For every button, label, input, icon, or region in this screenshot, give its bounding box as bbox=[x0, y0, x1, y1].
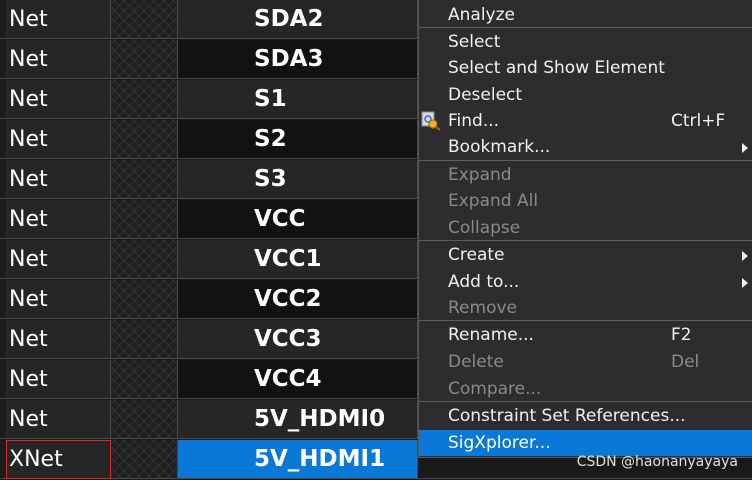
menu-separator bbox=[419, 320, 752, 321]
menu-item-expand-all[interactable]: Expand All bbox=[419, 188, 752, 214]
object-type-cell: Net bbox=[6, 160, 111, 199]
object-name-cell[interactable]: VCC2 bbox=[178, 280, 418, 319]
object-type-cell: Net bbox=[6, 40, 111, 79]
object-type-cell: Net bbox=[6, 320, 111, 359]
hatched-cell bbox=[111, 40, 178, 79]
object-name-cell[interactable]: S3 bbox=[178, 160, 418, 199]
object-type-cell: Net bbox=[6, 360, 111, 399]
menu-separator bbox=[419, 240, 752, 241]
menu-item-expand[interactable]: Expand bbox=[419, 162, 752, 188]
menu-item-rename[interactable]: Rename... F2 bbox=[419, 322, 752, 348]
object-type-cell: Net bbox=[6, 80, 111, 119]
hatched-cell bbox=[111, 200, 178, 239]
object-name-cell[interactable]: SDA3 bbox=[178, 40, 418, 79]
menu-item-select-and-show[interactable]: Select and Show Element bbox=[419, 55, 752, 81]
hatched-cell bbox=[111, 320, 178, 359]
object-type-cell: XNet bbox=[6, 440, 111, 479]
menu-item-select[interactable]: Select bbox=[419, 29, 752, 55]
hatched-cell bbox=[111, 120, 178, 159]
object-type-cell: Net bbox=[6, 120, 111, 159]
object-name-cell[interactable]: 5V_HDMI1 bbox=[178, 440, 418, 479]
submenu-arrow-icon bbox=[742, 251, 748, 261]
object-name-cell[interactable]: 5V_HDMI0 bbox=[178, 400, 418, 439]
hatched-cell bbox=[111, 360, 178, 399]
menu-item-add-to[interactable]: Add to... bbox=[419, 269, 752, 295]
object-type-cell: Net bbox=[6, 0, 111, 39]
context-menu: Analyze Select Select and Show Element D… bbox=[418, 0, 752, 458]
submenu-arrow-icon bbox=[742, 278, 748, 288]
hatched-cell bbox=[111, 160, 178, 199]
menu-item-delete[interactable]: Delete Del bbox=[419, 349, 752, 375]
object-type-cell: Net bbox=[6, 280, 111, 319]
object-name-cell[interactable]: VCC1 bbox=[178, 240, 418, 279]
object-name-cell[interactable]: S1 bbox=[178, 80, 418, 119]
object-type-cell: Net bbox=[6, 400, 111, 439]
find-icon bbox=[421, 111, 441, 131]
menu-item-deselect[interactable]: Deselect bbox=[419, 82, 752, 108]
hatched-cell bbox=[111, 240, 178, 279]
hatched-cell bbox=[111, 440, 178, 479]
menu-item-bookmark[interactable]: Bookmark... bbox=[419, 134, 752, 160]
menu-item-compare[interactable]: Compare... bbox=[419, 376, 752, 402]
menu-item-find[interactable]: Find... Ctrl+F bbox=[419, 108, 752, 134]
hatched-cell bbox=[111, 0, 178, 39]
menu-item-create[interactable]: Create bbox=[419, 242, 752, 268]
hatched-cell bbox=[111, 280, 178, 319]
menu-separator bbox=[419, 401, 752, 402]
hatched-cell bbox=[111, 80, 178, 119]
menu-item-remove[interactable]: Remove bbox=[419, 295, 752, 321]
object-name-cell[interactable]: SDA2 bbox=[178, 0, 418, 39]
hatched-cell bbox=[111, 400, 178, 439]
object-type-cell: Net bbox=[6, 240, 111, 279]
watermark: CSDN @haonanyayaya bbox=[576, 454, 738, 470]
menu-separator bbox=[419, 160, 752, 161]
menu-item-constraint-set-references[interactable]: Constraint Set References... bbox=[419, 403, 752, 429]
menu-item-sigxplorer[interactable]: SigXplorer... bbox=[419, 430, 752, 456]
menu-item-analyze[interactable]: Analyze bbox=[419, 2, 752, 28]
object-name-cell[interactable]: VCC3 bbox=[178, 320, 418, 359]
object-name-cell[interactable]: S2 bbox=[178, 120, 418, 159]
menu-separator bbox=[419, 27, 752, 28]
submenu-arrow-icon bbox=[742, 143, 748, 153]
object-name-cell[interactable]: VCC4 bbox=[178, 360, 418, 399]
menu-item-collapse[interactable]: Collapse bbox=[419, 215, 752, 241]
object-type-cell: Net bbox=[6, 200, 111, 239]
object-name-cell[interactable]: VCC bbox=[178, 200, 418, 239]
